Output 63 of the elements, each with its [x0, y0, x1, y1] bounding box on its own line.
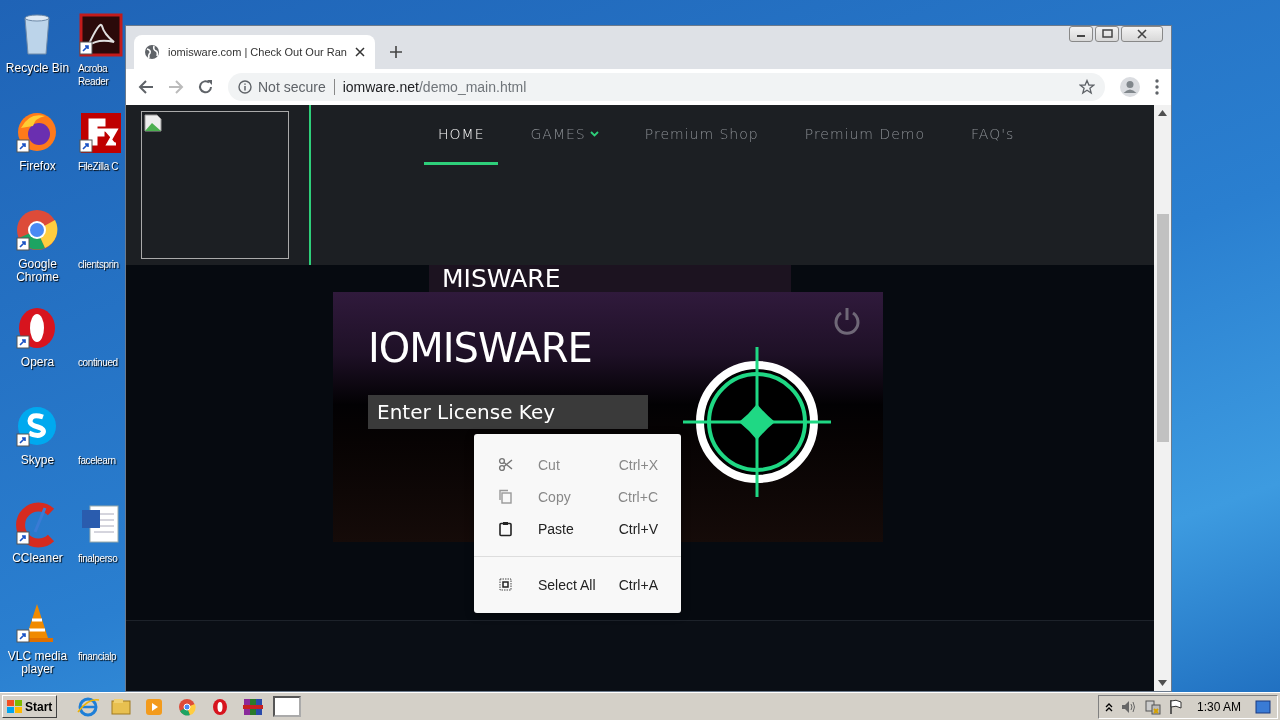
- banner-title: MISWARE: [442, 265, 561, 292]
- profile-icon[interactable]: [1119, 76, 1141, 98]
- windows-logo-icon: [7, 699, 23, 714]
- broken-image-icon: [141, 111, 289, 259]
- tab-title: iomisware.com | Check Out Our Ran: [168, 46, 347, 58]
- taskbar-window-button[interactable]: [273, 695, 302, 717]
- filezilla-icon: [78, 110, 124, 156]
- star-icon[interactable]: [1079, 79, 1095, 95]
- restore-icon[interactable]: [1095, 26, 1119, 42]
- back-icon[interactable]: [138, 79, 154, 95]
- show-desktop-icon[interactable]: [1255, 699, 1271, 714]
- app-title: IOMISWARE: [368, 325, 593, 371]
- url-text: iomware.net/demo_main.html: [341, 79, 528, 95]
- address-bar[interactable]: Not secure iomware.net/demo_main.html: [228, 73, 1105, 101]
- select-all-icon: [498, 577, 513, 593]
- desktop-icon-label[interactable]: finalperso: [78, 552, 118, 565]
- clock: 1:30 AM: [1196, 699, 1241, 714]
- speaker-icon[interactable]: [1120, 699, 1137, 714]
- info-icon: [238, 80, 252, 94]
- close-icon[interactable]: [1121, 26, 1163, 42]
- nav-link[interactable]: GAMES: [516, 105, 613, 165]
- new-tab-icon[interactable]: [388, 44, 403, 59]
- network-icon[interactable]: [1144, 698, 1161, 715]
- desktop-icon-label[interactable]: Google Chrome: [2, 258, 73, 284]
- close-icon[interactable]: [354, 47, 365, 57]
- menu-item[interactable]: Select All Ctrl+A: [474, 569, 681, 601]
- scroll-up-icon[interactable]: [1158, 110, 1167, 116]
- desktop-icon-label[interactable]: financialp: [78, 650, 117, 663]
- nav-link[interactable]: Premium Demo: [790, 105, 940, 165]
- start-button[interactable]: Start: [2, 695, 58, 718]
- desktop-icon-label[interactable]: continued: [78, 356, 118, 369]
- nav-link[interactable]: FAQ's: [957, 105, 1029, 165]
- scrollbar[interactable]: [1154, 105, 1171, 691]
- desktop-icon-label[interactable]: FileZilla C: [78, 160, 119, 173]
- flag-icon[interactable]: [1168, 698, 1183, 715]
- desktop-icon-label[interactable]: Acroba Reader: [78, 62, 123, 88]
- desktop-icon-label[interactable]: CCleaner: [12, 552, 63, 565]
- reload-icon[interactable]: [198, 79, 214, 95]
- nav-link[interactable]: Premium Shop: [630, 105, 773, 165]
- chevron-up-icon[interactable]: [1104, 701, 1113, 712]
- nav-link[interactable]: HOME: [424, 105, 499, 165]
- menu-item[interactable]: Paste Ctrl+V: [474, 513, 681, 545]
- scissors-icon: [498, 457, 513, 473]
- copy-icon: [498, 489, 513, 505]
- power-icon[interactable]: [833, 306, 861, 336]
- desktop-icon-label[interactable]: clientsprin: [78, 258, 119, 271]
- license-key-field[interactable]: Enter License Key: [368, 395, 648, 429]
- scroll-down-icon[interactable]: [1158, 680, 1167, 686]
- desktop-icon-label[interactable]: Firefox: [19, 160, 56, 173]
- security-label: Not secure: [258, 79, 335, 95]
- minimize-icon[interactable]: [1069, 26, 1093, 42]
- browser-tab[interactable]: iomisware.com | Check Out Our Ran: [134, 35, 375, 69]
- desktop-icon-label[interactable]: Recycle Bin: [5, 62, 70, 75]
- internet-explorer-icon[interactable]: [75, 695, 102, 718]
- desktop-icon-label[interactable]: VLC media player: [2, 650, 73, 676]
- pdf-icon: [78, 12, 124, 58]
- desktop-icon-label[interactable]: Skype: [20, 454, 55, 467]
- clipboard-icon: [498, 521, 513, 537]
- globe-icon: [144, 44, 160, 60]
- desktop-icon-label[interactable]: facelearn: [78, 454, 116, 467]
- menu-icon[interactable]: [1155, 79, 1159, 95]
- desktop-icon-label[interactable]: Opera: [20, 356, 55, 369]
- crosshair-icon: [683, 347, 831, 497]
